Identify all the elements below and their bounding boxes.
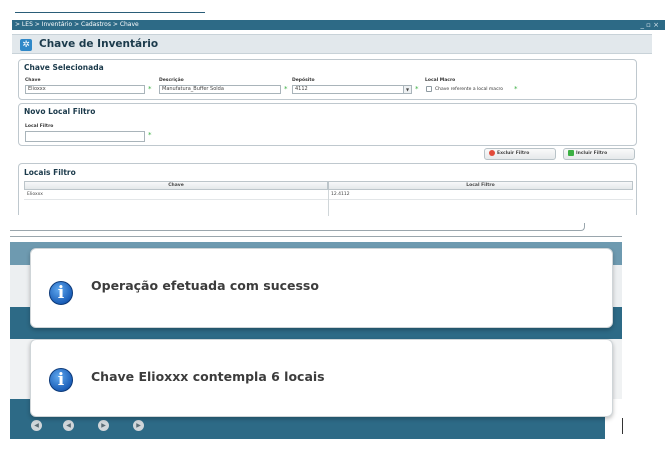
info-icon: i [49,368,73,392]
descricao-label: Descrição [159,78,184,83]
gear-icon: ✲ [20,39,32,51]
column-divider [328,190,329,216]
lower-window-edge [10,223,585,231]
local-macro-required-mark: * [514,85,518,93]
top-divider [15,12,205,13]
locais-filtro-panel: Locais Filtro Chave Local Filtro Elioxxx… [18,163,637,216]
novo-local-filtro-panel: Novo Local Filtro Local Filtro * [18,103,637,146]
message-box-success: i Operação efetuada com sucesso [30,248,613,328]
novo-local-filtro-title: Novo Local Filtro [24,107,96,116]
chave-selecionada-panel: Chave Selecionada Chave Elioxxx * Descri… [18,59,637,100]
incluir-filtro-label: Incluir Filtro [576,151,608,156]
page-title: Chave de Inventário [39,38,159,50]
chave-required-mark: * [148,85,152,93]
message-box-info: i Chave Elioxxx contempla 6 locais [30,339,613,417]
local-filtro-field[interactable] [25,131,145,142]
local-filtro-label: Local Filtro [25,124,54,129]
first-page-icon[interactable]: ◀ [31,420,42,431]
breadcrumb: > LES > Inventário > Cadastros > Chave [15,21,139,28]
chave-selecionada-title: Chave Selecionada [24,63,104,72]
page-header: ✲ Chave de Inventário [12,34,652,54]
deposito-label: Depósito [292,78,315,83]
descricao-required-mark: * [284,85,288,93]
excluir-filtro-label: Excluir Filtro [497,151,530,156]
column-header-local-filtro[interactable]: Local Filtro [328,181,633,190]
delete-icon [489,149,495,156]
local-macro-checkbox[interactable] [426,86,432,92]
next-page-icon[interactable]: ▶ [98,420,109,431]
locais-filtro-title: Locais Filtro [24,168,76,177]
column-header-chave[interactable]: Chave [24,181,328,190]
deposito-select[interactable]: 4112 ▼ [292,85,412,94]
cell-local-filtro: 12.4112 [331,192,350,197]
lower-divider-line [10,236,622,237]
window-titlebar: > LES > Inventário > Cadastros > Chave _… [12,20,665,30]
chave-field[interactable]: Elioxxx [25,85,145,94]
chevron-down-icon[interactable]: ▼ [403,86,411,93]
deposito-value: 4112 [295,86,308,92]
message-text-info: Chave Elioxxx contempla 6 locais [91,369,325,384]
excluir-filtro-button[interactable]: Excluir Filtro [484,148,556,160]
deposito-required-mark: * [415,85,419,93]
window-controls[interactable]: _ ▫ × [640,20,659,30]
descricao-field[interactable]: Manufatura_Buffer Solda [159,85,281,94]
add-icon [568,149,574,156]
cell-chave: Elioxxx [27,192,43,197]
message-text-success: Operação efetuada com sucesso [91,278,319,293]
incluir-filtro-button[interactable]: Incluir Filtro [563,148,635,160]
info-icon: i [49,281,73,305]
prev-page-icon[interactable]: ◀ [63,420,74,431]
chave-label: Chave [25,78,41,83]
local-filtro-required-mark: * [148,131,152,139]
local-macro-checkbox-label: Chave referente a local macro [435,87,504,92]
vertical-divider [622,418,623,434]
local-macro-label: Local Macro [425,78,456,83]
last-page-icon[interactable]: ▶ [133,420,144,431]
